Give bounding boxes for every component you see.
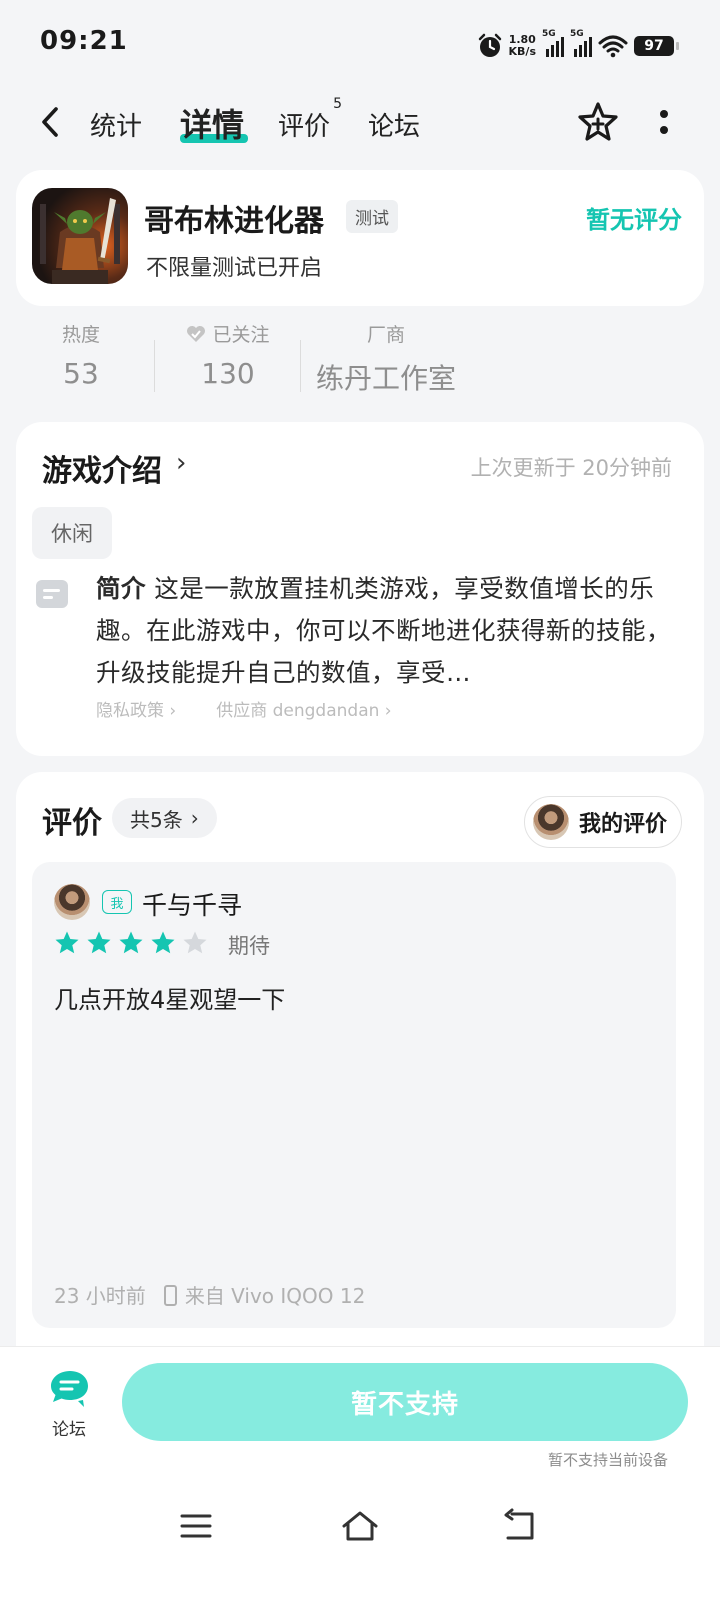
me-badge: 我 xyxy=(102,890,132,914)
review-username[interactable]: 千与千寻 xyxy=(142,886,242,922)
tab-details[interactable]: 详情 xyxy=(180,100,244,146)
app-name: 哥布林进化器 xyxy=(144,204,324,239)
app-icon xyxy=(32,188,128,284)
stat-heat-value: 53 xyxy=(63,357,99,390)
supplier-link[interactable]: 供应商 dengdandan › xyxy=(216,696,391,721)
tab-reviews[interactable]: 评价 5 xyxy=(278,96,342,143)
description-icon xyxy=(36,580,68,608)
rating-stars xyxy=(54,930,208,956)
sim2-label: 5G xyxy=(570,29,584,39)
test-tag: 测试 xyxy=(346,200,398,233)
net-speed-unit: KB/s xyxy=(508,45,536,58)
stat-followers-text: 已关注 xyxy=(212,324,270,346)
signal-icon: 5G xyxy=(570,29,592,57)
stats-row: 热度 53 已关注 130 厂商 练丹工作室 xyxy=(0,320,720,410)
alarm-icon xyxy=(478,33,501,57)
status-icons: 1.80 KB/s 5G 5G 97 xyxy=(477,29,679,62)
forum-label[interactable]: 论坛 xyxy=(52,1415,86,1440)
genre-tag[interactable]: 休闲 xyxy=(32,507,112,559)
review-device: 来自 Vivo IQOO 12 xyxy=(163,1280,366,1309)
stat-vendor-label: 厂商 xyxy=(366,324,405,346)
battery-icon: 97 xyxy=(634,36,679,56)
star-icon xyxy=(87,931,111,954)
review-section-title: 评价 xyxy=(42,806,102,841)
forum-icon[interactable] xyxy=(48,1369,92,1409)
review-item[interactable]: 我 千与千寻 期待 几点开放4星观望一下 23 小时前 来自 Vivo IQOO… xyxy=(32,862,676,1328)
top-nav: 统计 详情 评价 5 论坛 xyxy=(0,90,720,154)
stat-heat-label: 热度 xyxy=(61,324,100,346)
intro-description[interactable]: 简介 这是一款放置挂机类游戏，享受数值增长的乐趣。在此游戏中，你可以不断地进化获… xyxy=(96,568,676,694)
avatar xyxy=(532,804,569,840)
back-icon[interactable] xyxy=(502,1508,538,1544)
stat-followers-value: 130 xyxy=(201,357,255,390)
unsupported-hint: 暂不支持当前设备 xyxy=(547,1451,668,1469)
star-icon xyxy=(119,931,143,954)
chevron-right-icon[interactable]: › xyxy=(176,448,186,478)
star-plus-icon[interactable] xyxy=(576,100,620,144)
stat-heat: 热度 53 xyxy=(50,320,112,390)
system-nav-bar xyxy=(0,1480,720,1600)
heart-icon xyxy=(187,326,206,342)
star-icon xyxy=(55,931,79,954)
signal-icon: 5G xyxy=(542,29,564,57)
score-text: 暂无评分 xyxy=(586,206,682,234)
app-header-card: 哥布林进化器 测试 不限量测试已开启 暂无评分 xyxy=(16,170,704,306)
battery-level: 97 xyxy=(644,38,664,54)
star-icon xyxy=(151,931,175,954)
my-review-button[interactable]: 我的评价 xyxy=(523,796,682,848)
privacy-link[interactable]: 隐私政策 › xyxy=(96,696,176,721)
more-icon[interactable] xyxy=(654,104,674,140)
review-card: 评价 共5条 › 我的评价 我 千与千寻 期待 几点开放4星观望一下 23 小时… xyxy=(16,772,704,1372)
stat-followers[interactable]: 已关注 130 xyxy=(178,320,278,390)
bottom-action-bar: 论坛 暂不支持 暂不支持当前设备 xyxy=(0,1346,720,1480)
stat-vendor-value: 练丹工作室 xyxy=(316,362,457,395)
my-review-label: 我的评价 xyxy=(578,812,667,837)
intro-updated: 上次更新于 20分钟前 xyxy=(470,456,672,480)
tab-forum[interactable]: 论坛 xyxy=(368,106,420,143)
review-count: 共5条 xyxy=(130,807,183,832)
status-time: 09:21 xyxy=(40,26,128,56)
wifi-icon xyxy=(598,35,628,58)
review-meta: 23 小时前 来自 Vivo IQOO 12 xyxy=(54,1280,365,1309)
privacy-link-label: 隐私政策 xyxy=(96,701,164,721)
back-arrow-icon[interactable] xyxy=(36,104,66,140)
supplier-link-label: 供应商 dengdandan xyxy=(216,701,380,721)
menu-icon[interactable] xyxy=(178,1508,214,1544)
review-device-label: 来自 Vivo IQOO 12 xyxy=(184,1284,366,1308)
stat-vendor[interactable]: 厂商 练丹工作室 xyxy=(316,320,456,397)
review-text: 几点开放4星观望一下 xyxy=(54,986,286,1014)
intro-card: 游戏介绍 › 上次更新于 20分钟前 休闲 简介 这是一款放置挂机类游戏，享受数… xyxy=(16,422,704,756)
intro-title[interactable]: 游戏介绍 xyxy=(42,446,162,490)
review-count-pill[interactable]: 共5条 › xyxy=(112,798,217,838)
chevron-right-icon: › xyxy=(190,806,199,830)
avatar[interactable] xyxy=(54,884,90,920)
review-time: 23 小时前 xyxy=(54,1284,146,1308)
desc-body: 这是一款放置挂机类游戏，享受数值增长的乐趣。在此游戏中，你可以不断地进化获得新的… xyxy=(96,574,671,687)
star-icon xyxy=(183,931,207,954)
tab-stats[interactable]: 统计 xyxy=(90,106,142,143)
intro-links: 隐私政策 › 供应商 dengdandan › xyxy=(96,696,392,721)
desc-label: 简介 xyxy=(96,574,146,603)
review-tag: 期待 xyxy=(228,934,270,958)
tab-reviews-label: 评价 xyxy=(278,112,331,142)
stat-divider xyxy=(300,340,301,392)
app-subtitle: 不限量测试已开启 xyxy=(146,256,323,281)
net-speed: 1.80 KB/s xyxy=(509,34,536,58)
stat-divider xyxy=(154,340,155,392)
stat-followers-label: 已关注 xyxy=(178,320,278,347)
home-icon[interactable] xyxy=(340,1508,380,1544)
sim1-label: 5G xyxy=(542,29,556,39)
unsupported-button[interactable]: 暂不支持 xyxy=(122,1363,688,1441)
status-bar: 09:21 1.80 KB/s 5G 5G 97 xyxy=(0,0,720,90)
tab-reviews-badge: 5 xyxy=(333,96,343,112)
phone-icon xyxy=(163,1285,177,1306)
